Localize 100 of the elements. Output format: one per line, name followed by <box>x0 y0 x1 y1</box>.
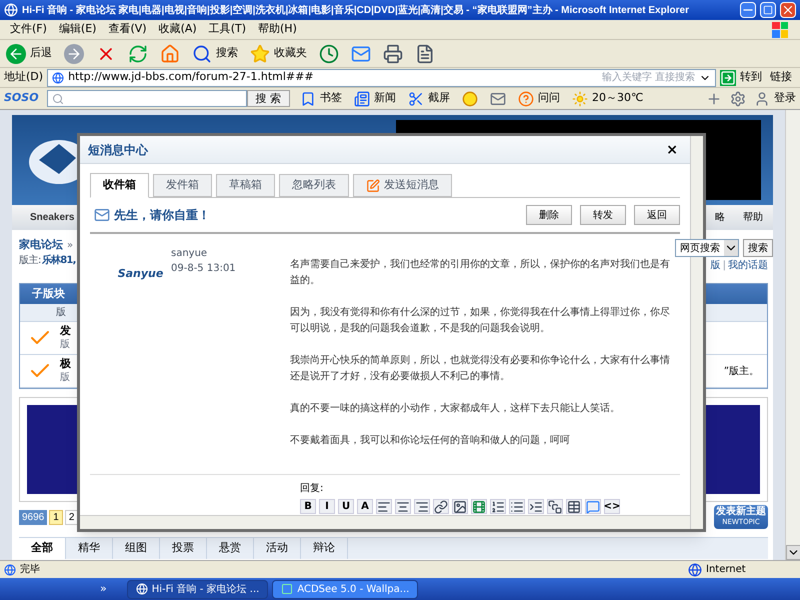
soso-toolbar-item[interactable]: 问问 <box>516 90 562 107</box>
editor-button[interactable]: U <box>338 499 354 514</box>
nav-link[interactable]: 略 <box>715 210 725 225</box>
soso-toolbar-item[interactable] <box>488 90 508 106</box>
action-button[interactable]: 删除 <box>526 205 572 225</box>
editor-button[interactable]: <> <box>604 499 620 514</box>
message-tab[interactable]: 忽略列表 <box>279 174 349 197</box>
toolbar-button[interactable]: 后退 <box>4 44 54 64</box>
go-button[interactable]: 转到 <box>720 69 762 86</box>
topic-tab[interactable]: 精华 <box>66 538 113 559</box>
editor-button[interactable]: B <box>300 499 316 514</box>
address-field[interactable]: http://www.jd-bbs.com/forum-27-1.html### 输入关键字 直接搜索 <box>47 68 716 86</box>
editor-button[interactable]: I <box>319 499 335 514</box>
ordered-list-icon[interactable] <box>491 500 505 514</box>
taskbar-overflow[interactable]: » <box>100 580 107 598</box>
indent-icon[interactable] <box>529 500 543 514</box>
toolbar-button[interactable] <box>62 44 86 64</box>
topic-tab[interactable]: 悬赏 <box>207 538 254 559</box>
restore-icon[interactable] <box>760 2 776 18</box>
window-title: Hi-Fi 音响 - 家电论坛 家电|电器|电视|音响|投影|空调|洗衣机|冰箱|电影|音乐|CD|DVD|蓝光|高清|交易 - “家电联盟网”主办 - Microsoft Internet Explorer <box>22 3 690 18</box>
menu-item[interactable]: 收藏(A) <box>152 21 203 38</box>
breadcrumb-link[interactable]: 家电论坛 <box>19 236 63 254</box>
action-button[interactable]: 返回 <box>634 205 680 225</box>
film-icon[interactable] <box>472 500 486 514</box>
close-icon[interactable] <box>780 2 796 18</box>
page-scrollbar[interactable] <box>785 110 800 560</box>
forum-link[interactable]: 我的话题 <box>728 258 768 272</box>
block-icon[interactable] <box>548 500 562 514</box>
search-select[interactable]: 网页搜索 <box>675 239 739 257</box>
page-link[interactable]: 2 <box>64 510 78 524</box>
subforum-name[interactable]: 发 <box>60 324 71 338</box>
message-tab[interactable]: 发件箱 <box>153 174 212 197</box>
scroll-down-icon[interactable] <box>786 545 800 560</box>
list-icon[interactable] <box>510 500 524 514</box>
table-icon[interactable] <box>567 500 581 514</box>
search-button[interactable]: 搜索 <box>743 239 773 257</box>
align-right-icon[interactable] <box>415 500 429 514</box>
login-button[interactable]: 登录 <box>754 90 796 107</box>
toolbar-button[interactable] <box>381 44 405 64</box>
menu-item[interactable]: 编辑(E) <box>52 21 102 38</box>
soso-toolbar-item[interactable]: 新闻 <box>352 90 398 107</box>
soso-toolbar-item[interactable]: 书签 <box>298 90 344 107</box>
toolbar-button[interactable] <box>349 44 373 64</box>
subforum-moderator: 版 <box>60 338 71 352</box>
reply-label: 回复: <box>300 482 324 496</box>
soso-search-field[interactable] <box>46 90 247 107</box>
moderator-link[interactable]: 乐林81, <box>42 252 76 268</box>
forum-link[interactable]: 版 <box>710 258 721 272</box>
sender-name[interactable]: sanyue <box>171 246 236 261</box>
align-center-icon[interactable] <box>396 500 410 514</box>
message-tab[interactable]: 收件箱 <box>90 173 149 198</box>
minimize-icon[interactable] <box>740 2 756 18</box>
scissors-icon <box>408 90 424 106</box>
topic-tab[interactable]: 活动 <box>254 538 301 559</box>
toolbar-button[interactable]: 搜索 <box>190 44 240 64</box>
message-paragraph: 名声需要自己来爱护，我们也经常的引用你的文章，所以，保护你的名声对我们也是有益的。 <box>290 258 671 288</box>
topic-tab[interactable]: 辩论 <box>301 538 348 559</box>
topic-tab[interactable]: 全部 <box>19 538 66 559</box>
menu-item[interactable]: 文件(F) <box>4 21 53 38</box>
page-link[interactable]: 1 <box>49 510 63 524</box>
star-icon <box>250 44 270 64</box>
column-header: 版 <box>56 306 66 320</box>
soso-toolbar-item[interactable]: 20～30℃ <box>570 90 646 107</box>
editor-button[interactable]: A <box>357 499 373 514</box>
menu-item[interactable]: 工具(T) <box>202 21 252 38</box>
subforum-title: 子版块 <box>32 286 65 302</box>
settings-icon[interactable] <box>730 90 746 106</box>
message-paragraph: 真的不要一味的搞这样的小动作，大家都成年人，这样下去只能让人笑话。 <box>290 402 621 416</box>
subforum-name[interactable]: 极 <box>60 357 71 371</box>
back-icon <box>6 44 26 64</box>
subforum-note: ”版主。 <box>724 364 759 378</box>
topic-tab[interactable]: 组图 <box>113 538 160 559</box>
align-left-icon[interactable] <box>377 500 391 514</box>
plus-icon[interactable] <box>706 90 722 106</box>
nav-link[interactable]: 帮助 <box>743 210 763 225</box>
horizontal-scrollbar[interactable] <box>80 515 690 529</box>
image-icon[interactable] <box>453 500 467 514</box>
message-tab[interactable]: 草稿箱 <box>216 174 275 197</box>
soso-search-button[interactable]: 搜 索 <box>246 90 290 107</box>
links-label[interactable]: 链接 <box>766 69 796 86</box>
page-icon <box>4 564 16 576</box>
taskbar-button[interactable]: Hi-Fi 音响 - 家电论坛 ... <box>126 580 268 598</box>
message-tab[interactable]: 发送短消息 <box>353 174 452 197</box>
status-text: 完毕 <box>20 562 41 577</box>
soso-toolbar-item[interactable]: 截屏 <box>406 90 452 107</box>
toolbar-button[interactable]: 收藏夹 <box>248 44 309 64</box>
taskbar-button[interactable]: ACDSee 5.0 - Wallpa... <box>272 580 418 598</box>
close-button[interactable]: × <box>662 142 682 156</box>
action-button[interactable]: 转发 <box>580 205 626 225</box>
breadcrumb-separator: » <box>67 238 74 252</box>
menu-item[interactable]: 查看(V) <box>102 21 153 38</box>
newspaper-icon <box>354 90 370 106</box>
go-icon <box>720 70 736 86</box>
topic-tab[interactable]: 投票 <box>160 538 207 559</box>
nav-link[interactable]: Sneakers <box>30 210 74 225</box>
sun-icon <box>572 90 588 106</box>
menu-item[interactable]: 帮助(H) <box>252 21 303 38</box>
speech-bubble-icon[interactable] <box>586 500 600 514</box>
link-icon[interactable] <box>434 500 448 514</box>
toolbar-button[interactable] <box>317 44 341 64</box>
